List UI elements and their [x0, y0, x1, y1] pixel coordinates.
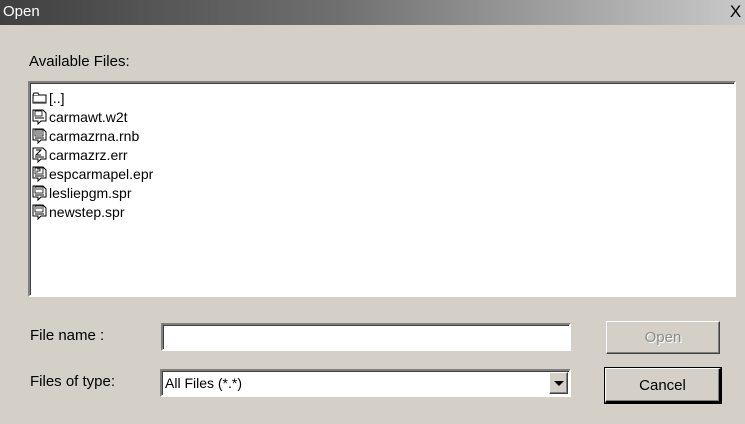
chevron-down-icon[interactable] [549, 372, 568, 394]
folder-icon [32, 92, 47, 103]
file-name: [..] [49, 89, 65, 106]
file-name: lesliepgm.spr [49, 184, 132, 201]
title-bar[interactable]: Open X [0, 0, 745, 25]
available-files-label: Available Files: [29, 53, 130, 70]
window-title: Open [3, 3, 40, 20]
file-item[interactable]: carmawt.w2t [32, 107, 734, 126]
file-name-input[interactable] [161, 323, 571, 351]
file-item-parent-dir[interactable]: [..] [32, 88, 734, 107]
spr-file-icon [32, 185, 47, 201]
file-item[interactable]: carmazrna.rnb [32, 126, 734, 145]
file-name: espcarmapel.epr [49, 165, 154, 182]
file-type-select[interactable]: All Files (*.*) [160, 369, 571, 397]
open-button[interactable]: Open [606, 321, 720, 354]
cancel-button[interactable]: Cancel [604, 367, 722, 404]
file-item[interactable]: carmazrz.err [32, 145, 734, 164]
file-item[interactable]: lesliepgm.spr [32, 183, 734, 202]
file-item[interactable]: newstep.spr [32, 202, 734, 221]
file-name: newstep.spr [49, 203, 125, 220]
spr-file-icon [32, 204, 47, 220]
file-type-value: All Files (*.*) [165, 375, 243, 391]
close-icon[interactable]: X [727, 1, 744, 22]
file-name: carmazrz.err [49, 146, 128, 163]
epr-file-icon [32, 166, 47, 182]
file-name-label: File name : [30, 327, 105, 344]
file-type-label: Files of type: [30, 373, 116, 390]
file-item[interactable]: espcarmapel.epr [32, 164, 734, 183]
rnb-file-icon [32, 128, 47, 144]
w2t-file-icon [32, 109, 47, 125]
err-file-icon [32, 147, 47, 163]
file-list[interactable]: [..] carmawt.w2t carmazrna.rnb carmazrz.… [28, 81, 736, 297]
file-name: carmazrna.rnb [49, 127, 140, 144]
file-name: carmawt.w2t [49, 108, 128, 125]
